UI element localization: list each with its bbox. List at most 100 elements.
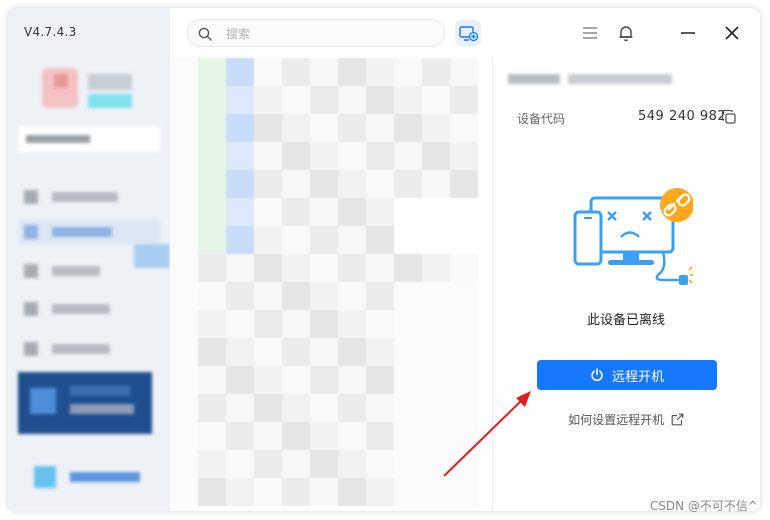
list-cell (310, 226, 338, 254)
remote-wake-button[interactable]: 远程开机 (537, 360, 717, 390)
list-cell (310, 394, 338, 422)
list-cell (338, 86, 366, 114)
list-cell (170, 450, 198, 478)
list-cell (338, 58, 366, 86)
list-cell (198, 310, 226, 338)
list-cell (198, 422, 226, 450)
list-cell (226, 282, 254, 310)
list-cell (310, 114, 338, 142)
list-cell (310, 86, 338, 114)
list-cell (170, 198, 198, 226)
list-cell (226, 310, 254, 338)
list-cell (282, 86, 310, 114)
list-cell (394, 254, 422, 282)
device-code-label: 设备代码 (517, 112, 566, 126)
list-cell (394, 170, 422, 198)
list-cell (422, 198, 450, 226)
list-cell (226, 170, 254, 198)
list-cell (366, 282, 394, 310)
list-cell (226, 366, 254, 394)
list-cell (226, 338, 254, 366)
list-cell (366, 338, 394, 366)
list-cell (254, 310, 282, 338)
hamburger-menu-icon[interactable] (581, 24, 599, 46)
list-cell (170, 310, 198, 338)
device-list[interactable] (170, 58, 492, 511)
list-cell (254, 58, 282, 86)
list-cell (170, 338, 198, 366)
sidebar: V4.7.4.3 (8, 8, 170, 511)
list-cell (394, 58, 422, 86)
power-icon (590, 368, 604, 382)
list-cell (422, 366, 450, 394)
list-cell (282, 422, 310, 450)
list-cell (422, 58, 450, 86)
list-cell (310, 282, 338, 310)
list-cell (394, 282, 422, 310)
list-cell (450, 422, 478, 450)
list-cell (366, 394, 394, 422)
sidebar-item-selected[interactable] (18, 372, 152, 434)
list-cell (282, 478, 310, 506)
remote-wake-help-link[interactable]: 如何设置远程开机 (492, 411, 760, 429)
list-cell (338, 170, 366, 198)
list-cell (310, 198, 338, 226)
external-link-icon (671, 413, 684, 429)
list-cell (450, 366, 478, 394)
list-cell (198, 226, 226, 254)
list-cell (366, 366, 394, 394)
list-cell (282, 114, 310, 142)
list-cell (254, 254, 282, 282)
list-cell (254, 282, 282, 310)
sidebar-item-4[interactable] (18, 298, 138, 320)
list-cell (394, 394, 422, 422)
list-cell (226, 114, 254, 142)
list-cell (310, 478, 338, 506)
search-input[interactable] (224, 24, 428, 44)
add-device-button[interactable] (455, 20, 481, 46)
list-cell (198, 394, 226, 422)
list-cell (226, 478, 254, 506)
sidebar-edge-marker (134, 244, 170, 268)
list-cell (198, 170, 226, 198)
close-icon[interactable] (723, 24, 741, 46)
list-cell (394, 366, 422, 394)
list-cell (170, 226, 198, 254)
minimize-icon[interactable] (679, 24, 697, 46)
app-version: V4.7.4.3 (24, 25, 77, 39)
list-cell (450, 142, 478, 170)
sidebar-item-2[interactable] (18, 220, 160, 244)
user-account-bar[interactable] (18, 126, 160, 152)
list-cell (450, 114, 478, 142)
bell-icon[interactable] (617, 24, 635, 46)
list-cell (394, 450, 422, 478)
list-cell (450, 254, 478, 282)
list-cell (254, 170, 282, 198)
sidebar-item-5[interactable] (18, 338, 138, 360)
sidebar-item-bottom[interactable] (30, 464, 150, 492)
sidebar-item-1[interactable] (18, 186, 138, 208)
list-cell (282, 310, 310, 338)
avatar[interactable] (42, 68, 138, 114)
list-cell (422, 86, 450, 114)
list-cell (226, 226, 254, 254)
search-box[interactable] (187, 19, 445, 47)
list-cell (254, 338, 282, 366)
list-cell (366, 254, 394, 282)
list-cell (394, 422, 422, 450)
list-cell (366, 478, 394, 506)
list-cell (450, 338, 478, 366)
copy-icon[interactable] (721, 109, 737, 129)
list-cell (282, 254, 310, 282)
list-cell (450, 450, 478, 478)
list-cell (226, 198, 254, 226)
list-cell (338, 282, 366, 310)
list-cell (450, 282, 478, 310)
list-cell (226, 58, 254, 86)
sidebar-item-3[interactable] (18, 260, 138, 282)
list-cell (170, 422, 198, 450)
list-cell (394, 142, 422, 170)
list-cell (338, 142, 366, 170)
list-cell (450, 226, 478, 254)
list-cell (254, 366, 282, 394)
